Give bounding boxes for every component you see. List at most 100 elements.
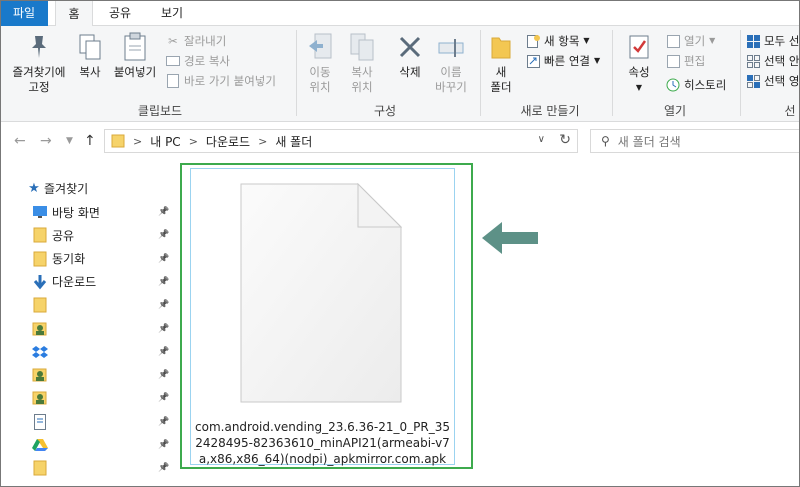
invert-selection-button[interactable]: 선택 영	[746, 72, 799, 90]
navigation-pane: ★ 즐겨찾기 바탕 화면 📌 공유 📌 동기화 📌 다운로드 📌 📌 📌 📌 📌 📌 📌 📌 📌	[0, 160, 178, 487]
search-icon: ⚲	[601, 134, 610, 148]
nav-item[interactable]: 📌	[0, 319, 178, 339]
easy-access-button[interactable]: 빠른 연결 ▼	[526, 52, 600, 70]
document-icon[interactable]	[240, 182, 403, 406]
pin-icon[interactable]: 📌	[158, 370, 169, 380]
breadcrumb-new-folder[interactable]: 새 폴더	[275, 133, 312, 150]
rename-button[interactable]: 이름 바꾸기	[430, 30, 472, 95]
pin-to-quick-access-button[interactable]: 즐겨찾기에 고정	[6, 30, 72, 95]
history-button[interactable]: 히스토리	[666, 76, 726, 94]
pin-icon[interactable]: 📌	[158, 393, 169, 403]
copy-button[interactable]: 복사	[74, 30, 106, 80]
nav-label: 바탕 화면	[52, 205, 100, 220]
nav-item[interactable]: 📌	[0, 458, 178, 478]
tab-home[interactable]: 홈	[55, 0, 93, 27]
rename-label: 이름 바꾸기	[435, 65, 467, 94]
open-button[interactable]: 열기 ▼	[666, 32, 715, 50]
refresh-icon[interactable]: ↻	[559, 132, 571, 148]
pin-icon[interactable]: 📌	[158, 417, 169, 427]
search-input[interactable]: ⚲ 새 폴더 검색	[590, 129, 800, 153]
new-folder-icon	[484, 32, 518, 62]
clipboard-group-label: 클립보드	[137, 104, 183, 118]
copy-label: 복사	[79, 65, 101, 79]
nav-item[interactable]: 📌	[0, 342, 178, 362]
copy-to-button[interactable]: 복사 위치	[342, 30, 382, 95]
tab-file[interactable]: 파일	[0, 0, 48, 26]
cut-button[interactable]: ✂ 잘라내기	[166, 32, 226, 50]
pin-icon	[6, 32, 72, 62]
rename-icon	[430, 32, 472, 62]
group-divider	[740, 30, 741, 116]
breadcrumb-separator: >	[258, 134, 268, 148]
nav-item[interactable]: 📌	[0, 412, 178, 432]
edit-button[interactable]: 편집	[666, 52, 705, 70]
document-icon	[32, 413, 48, 430]
nav-item[interactable]: 📌	[0, 295, 178, 315]
pin-icon[interactable]: 📌	[158, 254, 169, 264]
recent-locations-chevron-icon[interactable]: ▼	[66, 136, 73, 146]
address-bar[interactable]: > 내 PC > 다운로드 > 새 폴더 ∨ ↻	[104, 129, 578, 153]
paste-button[interactable]: 붙여넣기	[110, 30, 160, 80]
chevron-down-icon: ▼	[635, 83, 643, 92]
search-placeholder: 새 폴더 검색	[617, 134, 681, 149]
move-to-button[interactable]: 이동 위치	[300, 30, 340, 95]
select-none-label: 선택 안	[764, 54, 800, 68]
shared-folder-icon	[32, 321, 48, 337]
file-name: com.android.vending_23.6.36-21_0_PR_3524…	[195, 420, 450, 466]
breadcrumb-downloads[interactable]: 다운로드	[206, 133, 250, 150]
pin-icon[interactable]: 📌	[158, 324, 169, 334]
pin-icon[interactable]: 📌	[158, 347, 169, 357]
folder-icon	[32, 460, 48, 476]
pin-icon[interactable]: 📌	[158, 277, 169, 287]
path-icon	[166, 54, 180, 68]
address-dropdown-icon[interactable]: ∨	[538, 134, 545, 145]
nav-quick-access[interactable]: ★ 즐겨찾기	[0, 178, 178, 198]
forward-arrow-icon[interactable]: →	[40, 133, 52, 149]
folder-icon	[111, 134, 125, 148]
breadcrumb-separator: >	[133, 134, 143, 148]
breadcrumb-this-pc[interactable]: 내 PC	[150, 133, 180, 150]
dropdown-arrow-icon: ▼	[583, 36, 590, 45]
new-group-label: 새로 만들기	[520, 104, 580, 118]
new-folder-button[interactable]: 새 폴더	[484, 30, 518, 95]
select-group-label: 선	[784, 104, 796, 118]
pin-icon[interactable]: 📌	[158, 440, 169, 450]
pin-icon[interactable]: 📌	[158, 463, 169, 473]
properties-button[interactable]: 속성 ▼	[620, 30, 658, 95]
nav-item[interactable]: 공유 📌	[0, 225, 178, 245]
nav-item[interactable]: 동기화 📌	[0, 249, 178, 269]
pin-icon[interactable]: 📌	[158, 207, 169, 217]
invert-selection-icon	[746, 74, 760, 88]
delete-button[interactable]: 삭제	[390, 30, 430, 80]
properties-label: 속성	[628, 65, 650, 79]
pin-icon[interactable]: 📌	[158, 230, 169, 240]
nav-item[interactable]: 📌	[0, 388, 178, 408]
move-to-label: 이동 위치	[309, 65, 331, 94]
delete-x-icon	[390, 32, 430, 62]
back-arrow-icon[interactable]: ←	[14, 133, 26, 149]
nav-item[interactable]: 📌	[0, 365, 178, 385]
tab-share[interactable]: 공유	[100, 0, 140, 26]
pin-icon[interactable]: 📌	[158, 300, 169, 310]
select-none-button[interactable]: 선택 안	[746, 52, 799, 70]
copy-path-button[interactable]: 경로 복사	[166, 52, 230, 70]
nav-item[interactable]: 바탕 화면 📌	[0, 202, 178, 222]
easy-access-label: 빠른 연결	[544, 54, 590, 68]
up-arrow-icon[interactable]: ↑	[84, 133, 96, 149]
select-all-icon	[746, 34, 760, 48]
new-item-button[interactable]: 새 항목 ▼	[526, 32, 590, 50]
tab-view[interactable]: 보기	[150, 0, 194, 26]
select-all-button[interactable]: 모두 선	[746, 32, 799, 50]
history-label: 히스토리	[684, 78, 727, 92]
clipboard-icon	[110, 32, 160, 62]
properties-check-icon	[620, 32, 658, 62]
scissors-icon: ✂	[168, 34, 178, 48]
new-folder-label: 새 폴더	[490, 65, 512, 94]
download-icon	[32, 274, 48, 290]
paste-shortcut-button[interactable]: 바로 가기 붙여넣기	[166, 72, 276, 90]
dropdown-arrow-icon: ▼	[593, 56, 601, 65]
nav-item[interactable]: 다운로드 📌	[0, 272, 178, 292]
nav-item[interactable]: 📌	[0, 435, 178, 455]
history-icon	[666, 78, 680, 92]
group-divider	[480, 30, 481, 116]
